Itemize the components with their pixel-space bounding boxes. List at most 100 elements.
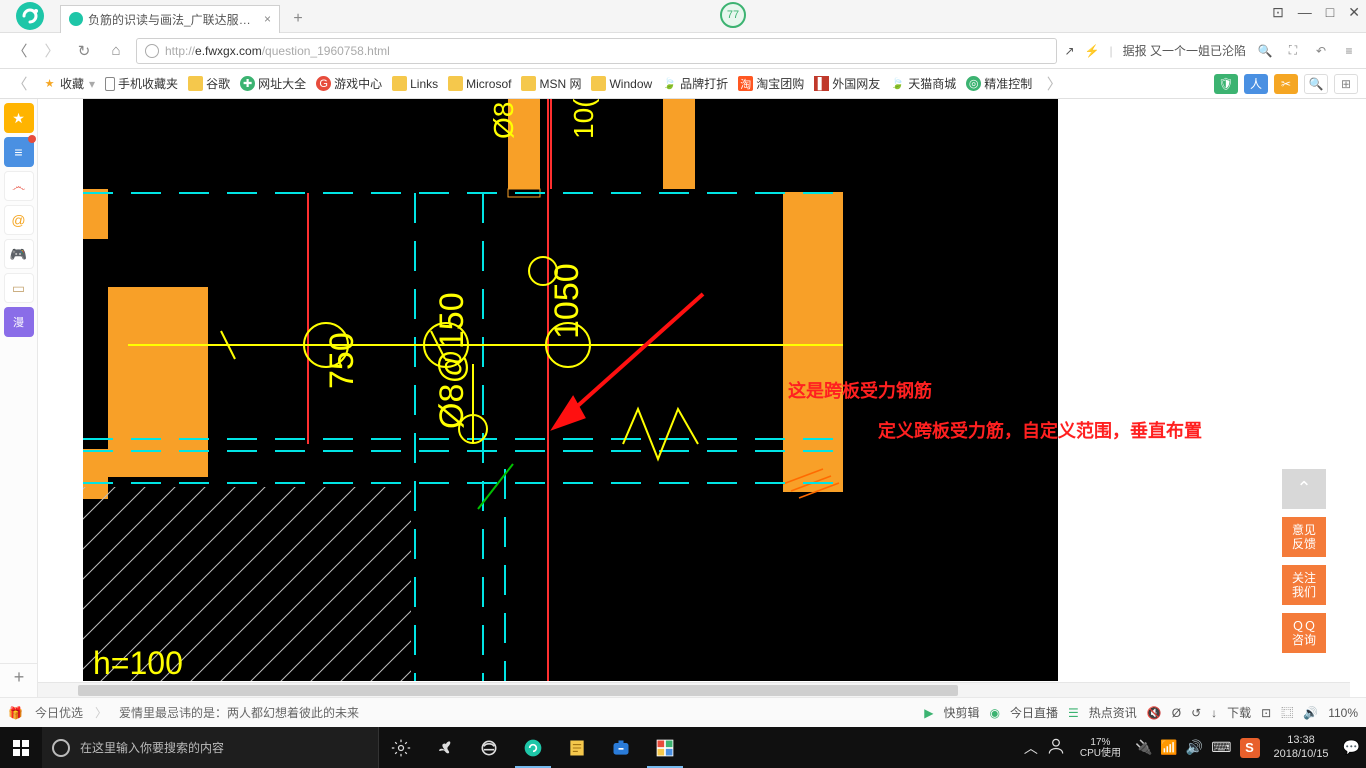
app-toolbox[interactable]: [599, 727, 643, 768]
leaf-icon: 🍃: [662, 76, 677, 91]
download-icon[interactable]: ↓: [1211, 706, 1217, 720]
app-settings[interactable]: [379, 727, 423, 768]
bookmark-brand[interactable]: 🍃品牌打折: [662, 75, 728, 92]
bookmark-sites[interactable]: ✚网址大全: [240, 75, 306, 92]
sb-add-button[interactable]: +: [0, 663, 38, 691]
window-pin-button[interactable]: ⊡: [1272, 4, 1284, 21]
app-notes[interactable]: [555, 727, 599, 768]
scroll-top-button[interactable]: ⌃: [1282, 469, 1326, 509]
taobao-icon: 淘: [738, 76, 753, 91]
url-input[interactable]: http://e.fwxgx.com/question_1960758.html: [136, 38, 1057, 64]
bm-scroll-left[interactable]: 〈: [8, 72, 32, 96]
horizontal-scrollbar[interactable]: [38, 682, 1350, 697]
leaf-icon: 🍃: [890, 76, 905, 91]
back-button[interactable]: 〈: [8, 39, 32, 63]
share-icon[interactable]: ↗: [1065, 44, 1075, 58]
bookmark-tmall[interactable]: 🍃天猫商城: [890, 75, 956, 92]
shield-icon[interactable]: 🛡: [1214, 74, 1238, 94]
bookmark-window[interactable]: Window: [591, 76, 652, 91]
scrollbar-thumb[interactable]: [78, 685, 958, 696]
app-fan[interactable]: [423, 727, 467, 768]
undo-icon[interactable]: ↶: [1312, 42, 1330, 60]
feedback-button[interactable]: 意见 反馈: [1282, 517, 1326, 557]
pip-icon[interactable]: ⊡: [1261, 706, 1271, 720]
start-button[interactable]: [0, 727, 42, 768]
today-picks[interactable]: 今日优选: [35, 704, 83, 721]
browser-tab-active[interactable]: 负筋的识读与画法_广联达服务新… ×: [60, 5, 280, 33]
hot-icon[interactable]: ☰: [1068, 706, 1079, 720]
bookmark-microsoft[interactable]: Microsof: [448, 76, 511, 91]
tray-notifications-icon[interactable]: 💬: [1343, 739, 1360, 756]
tab-close-icon[interactable]: ×: [264, 12, 271, 26]
sb-weibo[interactable]: ෴: [4, 171, 34, 201]
bookmark-precise[interactable]: ◎精准控制: [966, 75, 1032, 92]
tray-ime-icon[interactable]: ⌨: [1211, 739, 1231, 756]
window-maximize-button[interactable]: □: [1326, 4, 1334, 21]
qq-consult-button[interactable]: ＱＱ 咨询: [1282, 613, 1326, 653]
app-paint[interactable]: [643, 727, 687, 768]
reader-icon[interactable]: ⿴: [1281, 704, 1293, 721]
screenshot-icon[interactable]: ⛶: [1284, 42, 1302, 60]
bookmark-favorites[interactable]: ★收藏▾: [42, 75, 95, 92]
bookmark-taobao[interactable]: 淘淘宝团购: [738, 75, 804, 92]
taskbar-clock[interactable]: 13:38 2018/10/15: [1268, 734, 1335, 760]
home-button[interactable]: ⌂: [104, 39, 128, 63]
tray-volume-icon[interactable]: 🔊: [1186, 739, 1203, 756]
play-icon[interactable]: ▶: [924, 706, 933, 720]
ext-icon-1[interactable]: 人: [1244, 74, 1268, 94]
reload-button[interactable]: ↻: [72, 39, 96, 63]
bookmark-mobile[interactable]: 手机收藏夹: [105, 75, 178, 92]
tray-power-icon[interactable]: 🔌: [1135, 739, 1152, 756]
browser-status-bar: 🎁 今日优选 〉 爱情里最忌讳的是：两人都幻想着彼此的未来 ▶快剪辑 ◉今日直播…: [0, 697, 1366, 727]
bookmark-msn[interactable]: MSN 网: [521, 75, 581, 92]
sound-icon[interactable]: 🔊: [1303, 706, 1318, 720]
bookmark-games[interactable]: G游戏中心: [316, 75, 382, 92]
folder-icon: [521, 76, 536, 91]
menu-icon[interactable]: ≡: [1340, 42, 1358, 60]
bookmark-foreign[interactable]: ▌外国网友: [814, 75, 880, 92]
browser-logo[interactable]: [0, 0, 60, 33]
zoom-level[interactable]: 110%: [1328, 706, 1358, 720]
tray-people-icon[interactable]: [1046, 736, 1066, 759]
sb-at[interactable]: @: [4, 205, 34, 235]
history-icon[interactable]: ↺: [1191, 706, 1201, 720]
search-icon[interactable]: 🔍: [1256, 42, 1274, 60]
sb-news[interactable]: ≡: [4, 137, 34, 167]
clock-icon[interactable]: ◉: [990, 706, 1000, 720]
left-sidebar: ★ ≡ ෴ @ 🎮 ▭ 漫 +: [0, 99, 38, 697]
scissors-icon[interactable]: ✂: [1274, 74, 1298, 94]
window-close-button[interactable]: ✕: [1348, 4, 1360, 21]
app-ie[interactable]: [467, 727, 511, 768]
sb-manhua[interactable]: 漫: [4, 307, 34, 337]
tray-chevron-up-icon[interactable]: ︿: [1024, 738, 1038, 758]
forward-button[interactable]: 〉: [40, 39, 64, 63]
gift-icon[interactable]: 🎁: [8, 706, 23, 720]
mute-icon[interactable]: 🔇: [1147, 706, 1162, 720]
search-tool-icon[interactable]: 🔍: [1304, 74, 1328, 94]
star-icon: ★: [42, 76, 57, 91]
quote-text[interactable]: 爱情里最忌讳的是：两人都幻想着彼此的未来: [119, 704, 359, 721]
new-tab-button[interactable]: +: [284, 5, 312, 33]
block-icon[interactable]: Ø: [1172, 706, 1181, 720]
tray-sogou-icon[interactable]: S: [1240, 738, 1260, 758]
folder-icon: [392, 76, 407, 91]
sb-game[interactable]: 🎮: [4, 239, 34, 269]
window-minimize-button[interactable]: —: [1298, 4, 1312, 21]
bookmark-bar: 〈 ★收藏▾ 手机收藏夹 谷歌 ✚网址大全 G游戏中心 Links Micros…: [0, 69, 1366, 99]
bookmark-google[interactable]: 谷歌: [188, 75, 230, 92]
sb-box[interactable]: ▭: [4, 273, 34, 303]
tray-network-icon[interactable]: 📶: [1160, 739, 1177, 756]
follow-button[interactable]: 关注 我们: [1282, 565, 1326, 605]
news-ticker[interactable]: 据报 又一个一姐已沦陷: [1123, 42, 1246, 59]
app-360browser[interactable]: [511, 727, 555, 768]
speed-badge[interactable]: 77: [720, 2, 746, 28]
bookmark-links[interactable]: Links: [392, 76, 438, 91]
sb-favorites[interactable]: ★: [4, 103, 34, 133]
grid-icon[interactable]: ⊞: [1334, 74, 1358, 94]
search-placeholder: 在这里输入你要搜索的内容: [80, 739, 224, 756]
taskbar-search[interactable]: 在这里输入你要搜索的内容: [42, 727, 379, 768]
bm-scroll-right[interactable]: 〉: [1042, 72, 1066, 96]
cad-drawing: 750 Ø8@150 1050 Ø8 10( h=100 这是跨板受力钢筋 定义…: [83, 99, 1058, 681]
speed-icon[interactable]: ⚡: [1085, 44, 1100, 58]
cpu-meter[interactable]: 17% CPU使用: [1074, 737, 1127, 759]
